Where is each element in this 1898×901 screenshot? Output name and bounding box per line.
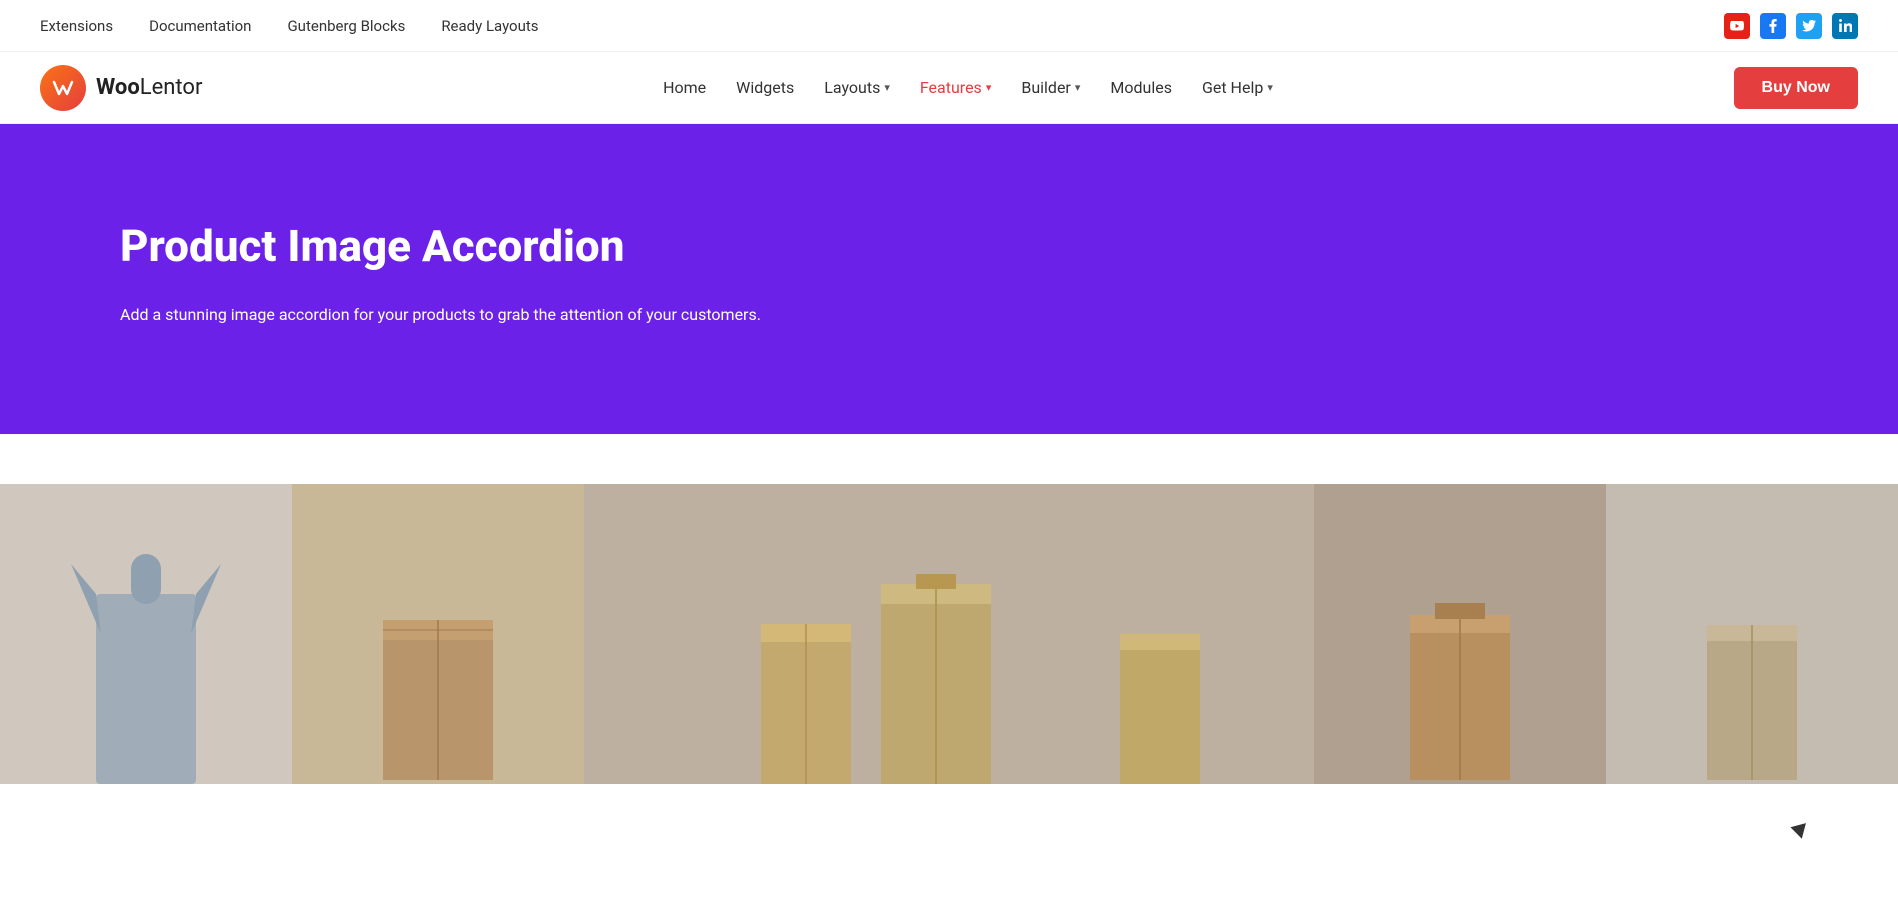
logo-text: WooLentor <box>96 75 202 100</box>
logo-icon <box>40 65 86 111</box>
layouts-chevron-icon: ▾ <box>884 81 890 94</box>
accordion-panel-1 <box>0 484 292 784</box>
main-menu: Home Widgets Layouts ▾ Features ▾ Builde… <box>663 78 1273 97</box>
nav-gutenberg-blocks[interactable]: Gutenberg Blocks <box>287 17 405 35</box>
hero-description: Add a stunning image accordion for your … <box>120 301 780 328</box>
top-bar-navigation: Extensions Documentation Gutenberg Block… <box>40 17 539 35</box>
accordion-panel-3 <box>584 484 1314 784</box>
logo[interactable]: WooLentor <box>40 65 202 111</box>
menu-get-help[interactable]: Get Help ▾ <box>1202 78 1273 97</box>
accordion-panel-5 <box>1606 484 1898 784</box>
linkedin-icon[interactable] <box>1832 13 1858 39</box>
builder-chevron-icon: ▾ <box>1075 81 1081 94</box>
nav-ready-layouts[interactable]: Ready Layouts <box>441 17 538 35</box>
features-chevron-icon: ▾ <box>986 81 992 94</box>
main-navigation: WooLentor Home Widgets Layouts ▾ Feature… <box>0 52 1898 124</box>
youtube-icon[interactable] <box>1724 13 1750 39</box>
content-section <box>0 434 1898 824</box>
menu-widgets[interactable]: Widgets <box>736 78 794 97</box>
accordion-image-area <box>0 484 1898 784</box>
menu-features[interactable]: Features ▾ <box>920 78 991 97</box>
hero-banner: Product Image Accordion Add a stunning i… <box>0 124 1898 434</box>
nav-extensions[interactable]: Extensions <box>40 17 113 35</box>
twitter-icon[interactable] <box>1796 13 1822 39</box>
top-bar: Extensions Documentation Gutenberg Block… <box>0 0 1898 52</box>
menu-home[interactable]: Home <box>663 78 706 97</box>
buy-now-button[interactable]: Buy Now <box>1734 67 1858 109</box>
accordion-panel-2 <box>292 484 584 784</box>
hero-title: Product Image Accordion <box>120 220 1778 273</box>
menu-layouts[interactable]: Layouts ▾ <box>824 78 890 97</box>
gethelp-chevron-icon: ▾ <box>1267 81 1273 94</box>
social-links <box>1724 13 1858 39</box>
nav-documentation[interactable]: Documentation <box>149 17 251 35</box>
accordion-panel-4 <box>1314 484 1606 784</box>
mouse-cursor <box>1792 825 1808 841</box>
menu-builder[interactable]: Builder ▾ <box>1021 78 1080 97</box>
menu-modules[interactable]: Modules <box>1110 78 1172 97</box>
facebook-icon[interactable] <box>1760 13 1786 39</box>
